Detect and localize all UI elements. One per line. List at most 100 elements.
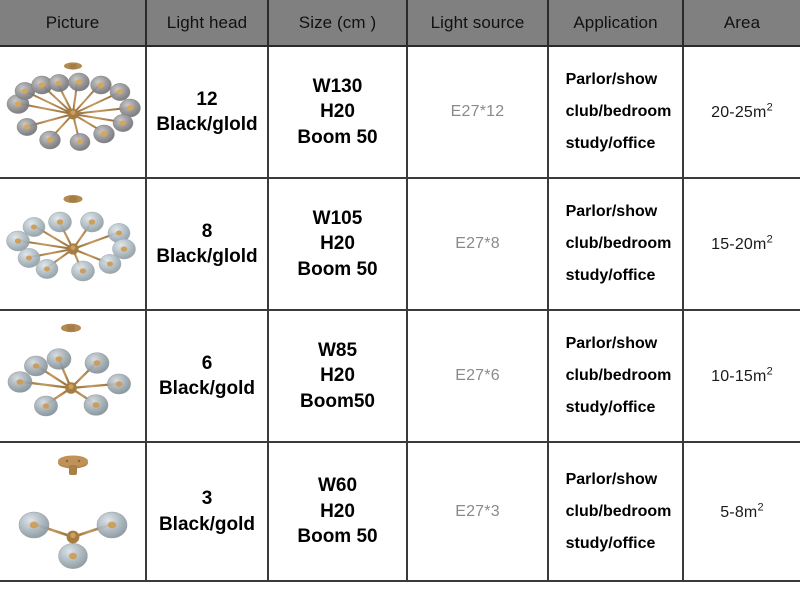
- light-head-finish: Black/glold: [156, 246, 258, 267]
- size-height: H20: [320, 500, 355, 522]
- chandelier-image-12: [0, 47, 146, 177]
- light-source-cell: E27*6: [407, 310, 549, 443]
- size-value: W105 H20 Boom 50: [297, 206, 377, 282]
- product-spec-table: Picture Light head Size (cm ) Light sour…: [0, 0, 800, 582]
- light-source-value: E27*6: [455, 367, 500, 384]
- table-row: 3 Black/gold W60 H20 Boom 50 E27*3 Parlo…: [0, 442, 800, 582]
- chandelier-6-light-icon: [7, 323, 131, 417]
- size-cell: W60 H20 Boom 50: [268, 442, 408, 582]
- size-value: W60 H20 Boom 50: [297, 473, 377, 549]
- size-cell: W105 H20 Boom 50: [268, 178, 408, 311]
- light-source-value: E27*8: [455, 235, 500, 252]
- area-range: 10-15m: [711, 368, 767, 386]
- size-cell: W85 H20 Boom50: [268, 310, 408, 443]
- application-line-1: Parlor/show: [565, 71, 658, 88]
- application-line-2: club/bedroom: [565, 367, 672, 384]
- size-boom: Boom 50: [297, 126, 378, 148]
- area-cell: 15-20m2: [683, 178, 800, 311]
- light-head-count: 8: [201, 220, 213, 242]
- chandelier-12-light-icon: [6, 62, 141, 151]
- application-line-1: Parlor/show: [565, 470, 658, 488]
- light-source-value: E27*12: [450, 103, 505, 120]
- application-value: Parlor/show club/bedroom study/office: [560, 64, 672, 160]
- size-value: W130 H20 Boom 50: [297, 74, 377, 150]
- product-image-cell: [0, 310, 147, 443]
- column-header-light-source: Light source: [407, 0, 549, 47]
- light-head-cell: 3 Black/gold: [146, 442, 269, 582]
- size-height: H20: [320, 365, 355, 387]
- area-value: 20-25m2: [711, 101, 773, 122]
- application-line-3: study/office: [565, 135, 656, 152]
- area-cell: 20-25m2: [683, 46, 800, 179]
- light-head-count: 6: [201, 352, 213, 374]
- application-cell: Parlor/show club/bedroom study/office: [548, 442, 684, 582]
- light-source-value: E27*3: [455, 502, 500, 520]
- chandelier-3-light-icon: [18, 455, 128, 569]
- application-line-3: study/office: [565, 399, 656, 416]
- table-body: 12 Black/glold W130 H20 Boom 50 E27*12 P…: [0, 46, 800, 582]
- area-range: 20-25m: [711, 104, 767, 122]
- column-header-application: Application: [548, 0, 684, 47]
- table-row: 12 Black/glold W130 H20 Boom 50 E27*12 P…: [0, 46, 800, 179]
- light-head-value: 6 Black/gold: [147, 351, 267, 401]
- chandelier-image-8: [0, 179, 146, 309]
- table-header: Picture Light head Size (cm ) Light sour…: [0, 0, 800, 47]
- size-height: H20: [320, 101, 355, 123]
- product-image-cell: [0, 178, 147, 311]
- light-head-count: 12: [196, 88, 218, 110]
- light-head-value: 12 Black/glold: [147, 87, 267, 137]
- application-cell: Parlor/show club/bedroom study/office: [548, 178, 684, 311]
- area-value: 15-20m2: [711, 233, 773, 254]
- column-header-light-head: Light head: [146, 0, 269, 47]
- light-head-value: 3 Black/gold: [147, 486, 267, 536]
- chandelier-8-light-icon: [6, 194, 136, 281]
- size-boom: Boom50: [300, 390, 375, 412]
- area-cell: 5-8m2: [683, 442, 800, 582]
- application-cell: Parlor/show club/bedroom study/office: [548, 310, 684, 443]
- column-header-picture: Picture: [0, 0, 147, 47]
- application-line-2: club/bedroom: [565, 235, 672, 252]
- area-unit-exponent: 2: [766, 101, 773, 114]
- light-source-cell: E27*12: [407, 46, 549, 179]
- size-width: W105: [312, 207, 363, 229]
- light-head-cell: 6 Black/gold: [146, 310, 269, 443]
- chandelier-image-3: [0, 443, 146, 580]
- light-source-cell: E27*8: [407, 178, 549, 311]
- application-line-1: Parlor/show: [565, 335, 658, 352]
- application-value: Parlor/show club/bedroom study/office: [560, 196, 672, 292]
- header-row: Picture Light head Size (cm ) Light sour…: [0, 0, 800, 47]
- column-header-size: Size (cm ): [268, 0, 408, 47]
- size-boom: Boom 50: [297, 526, 378, 548]
- application-line-3: study/office: [565, 534, 656, 552]
- light-head-finish: Black/gold: [158, 378, 256, 399]
- size-width: W130: [312, 75, 363, 97]
- size-height: H20: [320, 233, 355, 255]
- application-value: Parlor/show club/bedroom study/office: [560, 328, 672, 424]
- light-source-cell: E27*3: [407, 442, 549, 582]
- application-line-2: club/bedroom: [565, 502, 672, 520]
- light-head-finish: Black/gold: [158, 513, 256, 535]
- application-line-3: study/office: [565, 267, 656, 284]
- area-unit-exponent: 2: [766, 233, 773, 246]
- size-boom: Boom 50: [297, 258, 378, 280]
- application-value: Parlor/show club/bedroom study/office: [560, 464, 672, 560]
- application-line-2: club/bedroom: [565, 103, 672, 120]
- area-unit-exponent: 2: [757, 501, 764, 514]
- area-range: 15-20m: [711, 236, 767, 254]
- application-cell: Parlor/show club/bedroom study/office: [548, 46, 684, 179]
- area-value: 10-15m2: [711, 365, 773, 386]
- light-head-cell: 8 Black/glold: [146, 178, 269, 311]
- size-width: W85: [317, 339, 358, 361]
- size-cell: W130 H20 Boom 50: [268, 46, 408, 179]
- light-head-count: 3: [201, 488, 213, 510]
- size-width: W60: [317, 475, 358, 497]
- area-unit-exponent: 2: [766, 365, 773, 378]
- size-value: W85 H20 Boom50: [300, 338, 375, 414]
- area-cell: 10-15m2: [683, 310, 800, 443]
- light-head-finish: Black/glold: [156, 114, 258, 135]
- column-header-area: Area: [683, 0, 800, 47]
- chandelier-image-6: [0, 311, 146, 441]
- product-image-cell: [0, 46, 147, 179]
- product-image-cell: [0, 442, 147, 582]
- light-head-cell: 12 Black/glold: [146, 46, 269, 179]
